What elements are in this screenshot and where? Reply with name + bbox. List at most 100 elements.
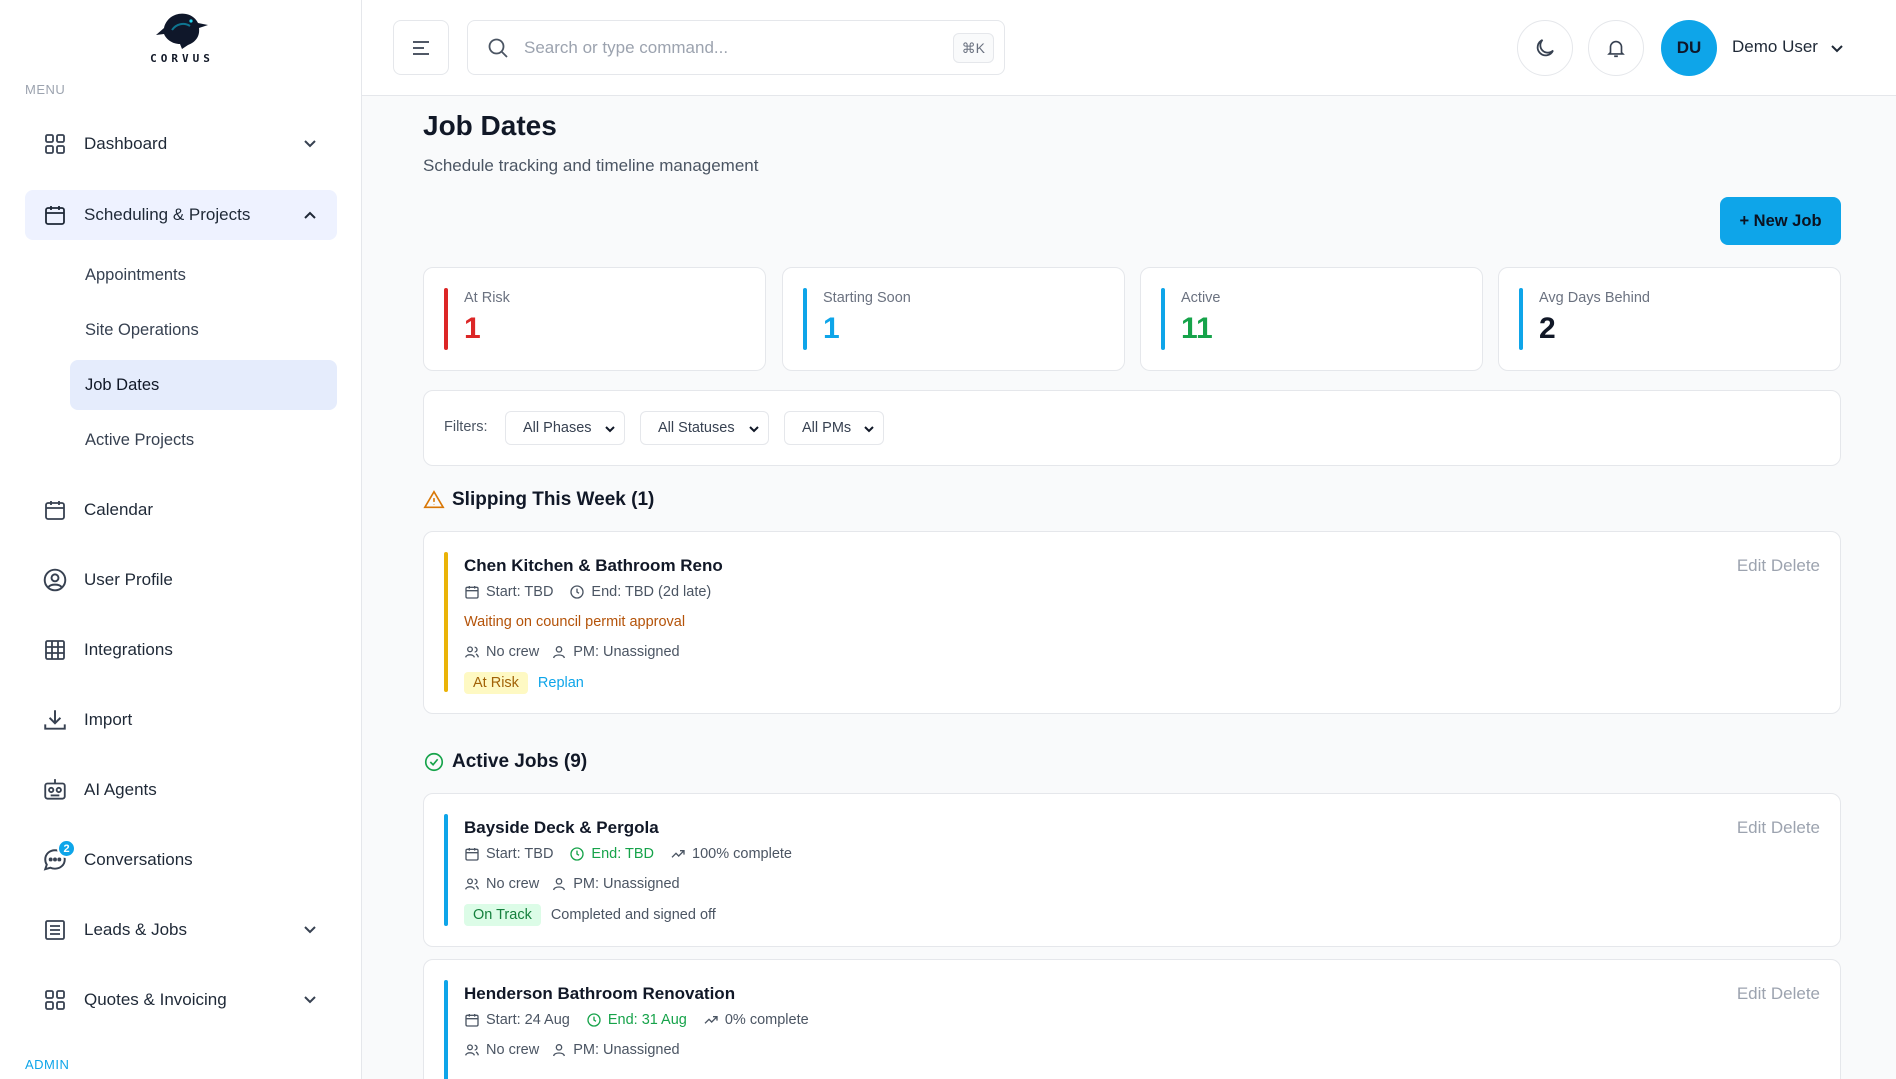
- job-card[interactable]: Bayside Deck & Pergola Edit Delete Start…: [423, 793, 1841, 947]
- stat-label: At Risk: [464, 290, 510, 306]
- stat-accent-bar: [1519, 288, 1523, 350]
- sidebar-subitem-appointments[interactable]: Appointments: [70, 250, 337, 300]
- sidebar-item-user-profile[interactable]: User Profile: [25, 555, 337, 605]
- chevron-down-icon[interactable]: [1828, 40, 1846, 63]
- menu-icon: [413, 40, 429, 55]
- sidebar-item-integrations[interactable]: Integrations: [25, 625, 337, 675]
- select-value: All PMs: [802, 420, 852, 436]
- job-pm: PM: Unassigned: [573, 644, 680, 660]
- sidebar-item-label: Import: [84, 710, 133, 729]
- avatar[interactable]: DU: [1661, 20, 1717, 76]
- page-subtitle: Schedule tracking and timeline managemen…: [423, 156, 759, 175]
- raven-icon: [156, 13, 208, 49]
- select-value: All Statuses: [658, 420, 735, 436]
- sidebar: CORVUS MENU Dashboard Scheduling & Proje…: [0, 0, 362, 1079]
- search-bar[interactable]: ⌘K: [467, 20, 1005, 75]
- stat-value: 1: [823, 312, 840, 345]
- card-actions: Edit Delete: [1737, 984, 1820, 1004]
- download-icon: [42, 707, 68, 733]
- bell-icon: [1607, 40, 1625, 58]
- slipping-section-header: Slipping This Week (1): [423, 489, 654, 511]
- delete-button[interactable]: Delete: [1771, 818, 1820, 837]
- job-card[interactable]: Henderson Bathroom Renovation Edit Delet…: [423, 959, 1841, 1079]
- job-end: End: TBD (2d late): [591, 584, 712, 600]
- chevron-down-icon: [301, 921, 319, 944]
- job-pm: PM: Unassigned: [573, 1042, 680, 1058]
- replan-link[interactable]: Replan: [538, 675, 584, 691]
- notifications-button[interactable]: [1588, 20, 1644, 76]
- calendar-icon: [42, 497, 68, 523]
- edit-button[interactable]: Edit: [1737, 984, 1766, 1003]
- user-icon: [551, 876, 567, 892]
- chevron-down-icon: [301, 991, 319, 1014]
- stat-label: Starting Soon: [823, 290, 911, 306]
- grid-icon: [42, 131, 68, 157]
- user-name[interactable]: Demo User: [1732, 37, 1818, 57]
- job-dates-row: Start: 24 Aug End: 31 Aug 0% complete: [464, 1012, 809, 1028]
- delete-button[interactable]: Delete: [1771, 556, 1820, 575]
- sidebar-item-dashboard[interactable]: Dashboard: [25, 119, 337, 169]
- stat-accent-bar: [1161, 288, 1165, 350]
- status-filter-select[interactable]: All Statuses: [640, 411, 769, 445]
- new-job-button[interactable]: + New Job: [1720, 197, 1841, 245]
- chevron-up-icon: [301, 206, 319, 229]
- sidebar-item-conversations[interactable]: 2 Conversations: [25, 835, 337, 885]
- main-content: Job Dates Schedule tracking and timeline…: [362, 96, 1896, 1079]
- sidebar-item-calendar[interactable]: Calendar: [25, 485, 337, 535]
- sidebar-item-quotes-invoicing[interactable]: Quotes & Invoicing: [25, 975, 337, 1025]
- job-crew-row: No crew PM: Unassigned: [464, 876, 680, 892]
- sidebar-item-label: Calendar: [84, 500, 153, 519]
- sidebar-item-leads-jobs[interactable]: Leads & Jobs: [25, 905, 337, 955]
- users-icon: [464, 1042, 480, 1058]
- clock-icon: [569, 846, 585, 862]
- sidebar-subitem-job-dates[interactable]: Job Dates: [70, 360, 337, 410]
- job-crew: No crew: [486, 1042, 540, 1058]
- trending-up-icon: [703, 1012, 719, 1028]
- job-status-note: Completed and signed off: [550, 907, 716, 923]
- chevron-down-icon: [604, 423, 616, 439]
- card-actions: Edit Delete: [1737, 818, 1820, 838]
- card-actions: Edit Delete: [1737, 556, 1820, 576]
- grid-icon: [42, 987, 68, 1013]
- menu-section-label: MENU: [25, 82, 66, 97]
- job-end: End: 31 Aug: [607, 1012, 687, 1028]
- chevron-down-icon: [301, 135, 319, 158]
- stat-card-avg-days-behind: Avg Days Behind 2: [1498, 267, 1841, 371]
- dark-mode-toggle[interactable]: [1517, 20, 1573, 76]
- job-end: End: TBD: [591, 846, 655, 862]
- chevron-down-icon: [748, 423, 760, 439]
- moon-icon: [1536, 39, 1554, 57]
- sidebar-item-ai-agents[interactable]: AI Agents: [25, 765, 337, 815]
- corvus-logo[interactable]: CORVUS: [140, 8, 224, 72]
- phase-filter-select[interactable]: All Phases: [505, 411, 625, 445]
- calendar-icon: [464, 584, 480, 600]
- pm-filter-select[interactable]: All PMs: [784, 411, 884, 445]
- status-badge: At Risk: [464, 672, 528, 694]
- edit-button[interactable]: Edit: [1737, 818, 1766, 837]
- users-icon: [464, 876, 480, 892]
- job-start: Start: 24 Aug: [486, 1012, 570, 1028]
- job-status-bar: [444, 980, 448, 1079]
- sidebar-toggle-button[interactable]: [393, 20, 449, 75]
- brand-name: CORVUS: [150, 52, 214, 65]
- calendar-icon: [464, 846, 480, 862]
- job-tags-row: On Track Completed and signed off: [464, 904, 716, 926]
- user-icon: [551, 644, 567, 660]
- sidebar-item-scheduling-projects[interactable]: Scheduling & Projects: [25, 190, 337, 240]
- users-icon: [464, 644, 480, 660]
- sidebar-item-import[interactable]: Import: [25, 695, 337, 745]
- delete-button[interactable]: Delete: [1771, 984, 1820, 1003]
- notification-badge: 2: [57, 839, 76, 858]
- edit-button[interactable]: Edit: [1737, 556, 1766, 575]
- sidebar-item-label: Scheduling & Projects: [84, 205, 251, 224]
- sidebar-subitem-active-projects[interactable]: Active Projects: [70, 415, 337, 465]
- filters-bar: Filters: All Phases All Statuses All PMs: [423, 390, 1841, 466]
- job-note: Waiting on council permit approval: [464, 614, 686, 630]
- sidebar-item-label: Quotes & Invoicing: [84, 990, 227, 1009]
- search-input[interactable]: [524, 37, 924, 58]
- sidebar-subitem-site-operations[interactable]: Site Operations: [70, 305, 337, 355]
- job-dates-row: Start: TBD End: TBD (2d late): [464, 584, 711, 600]
- job-title: Bayside Deck & Pergola: [464, 818, 659, 837]
- job-title: Chen Kitchen & Bathroom Reno: [464, 556, 723, 575]
- job-card[interactable]: Chen Kitchen & Bathroom Reno Edit Delete…: [423, 531, 1841, 714]
